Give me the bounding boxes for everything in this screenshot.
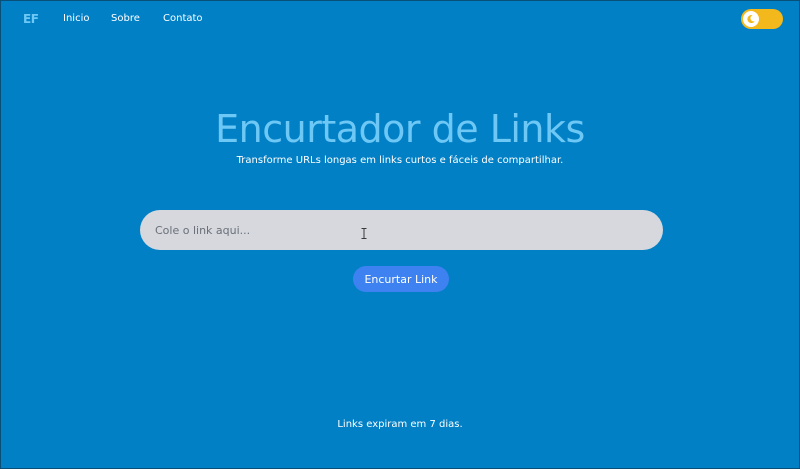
nav-link-sobre[interactable]: Sobre	[111, 13, 140, 24]
moon-icon	[747, 15, 755, 24]
expiry-note: Links expiram em 7 dias.	[337, 419, 463, 430]
shorten-link-button[interactable]: Encurtar Link	[353, 266, 449, 292]
nav-link-inicio[interactable]: Inicio	[63, 13, 89, 24]
logo[interactable]: EF	[23, 12, 39, 26]
page-title: Encurtador de Links	[215, 107, 585, 151]
nav-link-contato[interactable]: Contato	[163, 13, 203, 24]
url-input[interactable]	[140, 210, 663, 250]
toggle-knob	[743, 11, 759, 27]
theme-toggle[interactable]	[741, 9, 783, 29]
page-subtitle: Transforme URLs longas em links curtos e…	[236, 155, 564, 166]
navbar: EF Inicio Sobre Contato	[1, 1, 799, 38]
